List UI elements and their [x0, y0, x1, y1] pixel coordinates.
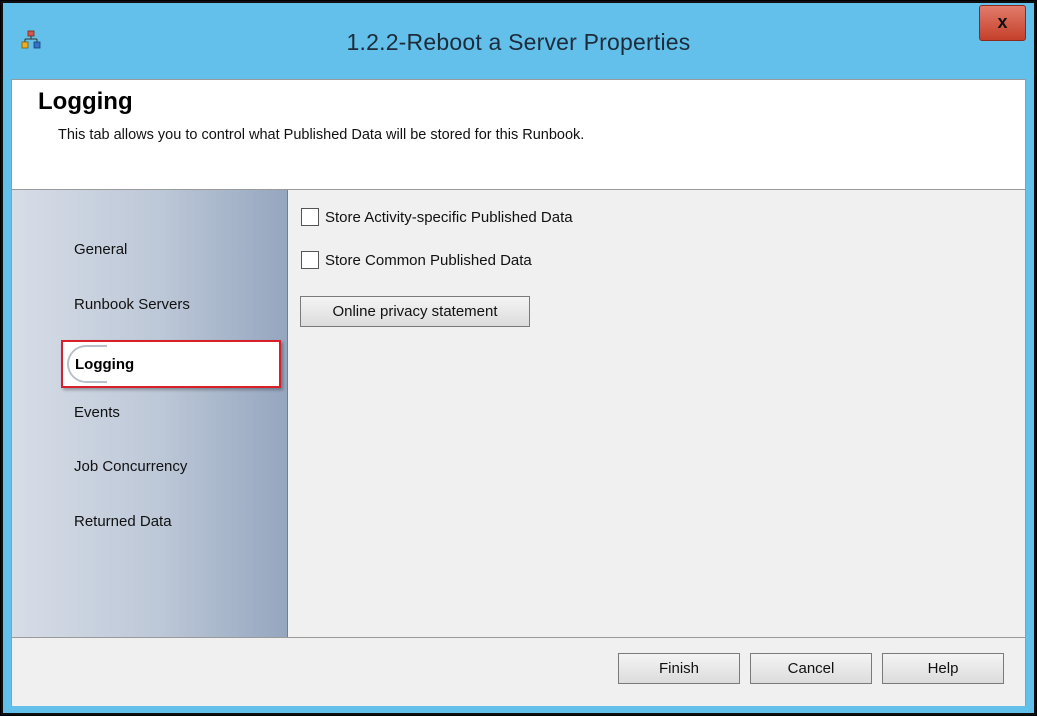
logging-settings-panel: Store Activity-specific Published Data S… [288, 190, 1025, 637]
sidebar-item-job-concurrency[interactable]: Job Concurrency [74, 458, 187, 475]
online-privacy-statement-button[interactable]: Online privacy statement [300, 296, 530, 327]
sidebar-item-general[interactable]: General [74, 241, 127, 258]
page-header: Logging This tab allows you to control w… [12, 80, 1025, 190]
store-common-data-option[interactable]: Store Common Published Data [301, 250, 532, 270]
dialog-client-area: Logging This tab allows you to control w… [11, 79, 1026, 706]
store-activity-data-label: Store Activity-specific Published Data [325, 208, 573, 226]
dialog-footer: Finish Cancel Help [12, 637, 1025, 706]
store-activity-data-option[interactable]: Store Activity-specific Published Data [301, 207, 573, 227]
sidebar-nav: General Runbook Servers Logging Events J… [12, 190, 288, 637]
store-common-data-label: Store Common Published Data [325, 251, 532, 269]
page-description: This tab allows you to control what Publ… [58, 127, 585, 143]
close-button[interactable]: x [979, 5, 1026, 41]
store-common-data-checkbox[interactable] [301, 251, 319, 269]
sidebar-item-label: Logging [75, 356, 135, 373]
title-bar: 1.2.2-Reboot a Server Properties x [3, 3, 1034, 79]
cancel-button[interactable]: Cancel [750, 653, 872, 684]
window-title: 1.2.2-Reboot a Server Properties [346, 29, 691, 55]
page-title: Logging [38, 88, 133, 115]
sidebar-item-logging[interactable]: Logging [61, 340, 281, 388]
store-activity-data-checkbox[interactable] [301, 208, 319, 226]
sidebar-item-events[interactable]: Events [74, 404, 120, 421]
finish-button[interactable]: Finish [618, 653, 740, 684]
properties-dialog: 1.2.2-Reboot a Server Properties x Loggi… [3, 3, 1034, 713]
help-button[interactable]: Help [882, 653, 1004, 684]
sidebar-item-runbook-servers[interactable]: Runbook Servers [74, 296, 190, 313]
sidebar-item-returned-data[interactable]: Returned Data [74, 513, 172, 530]
screenshot-frame: 1.2.2-Reboot a Server Properties x Loggi… [0, 0, 1037, 716]
